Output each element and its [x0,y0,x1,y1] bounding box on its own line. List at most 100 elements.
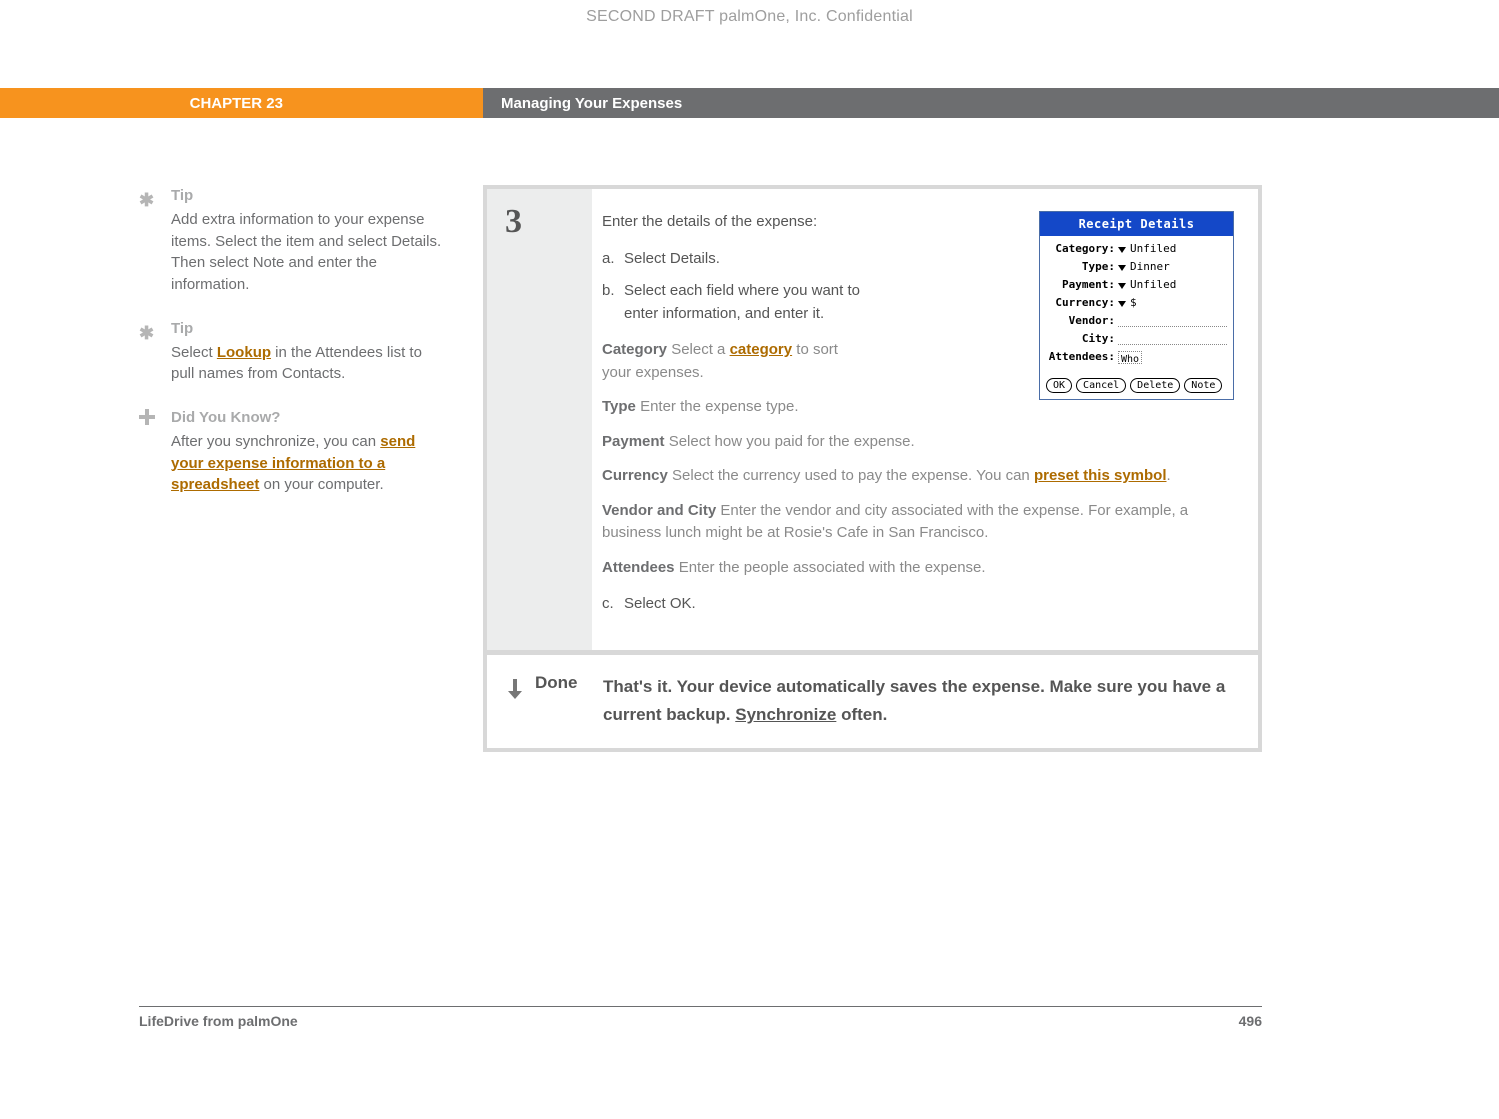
confidential-header: SECOND DRAFT palmOne, Inc. Confidential [0,8,1499,26]
step-body: Enter the details of the expense: a. Sel… [592,189,1258,650]
tip-text: Select [171,344,217,361]
device-label: Currency: [1046,295,1118,312]
device-body: Category: Unfiled Type: Dinner Payment: [1040,236,1233,374]
sidebar: ✱ Tip Add extra information to your expe… [139,185,483,752]
field-label: Payment [602,433,665,450]
sub-item-b: b. Select each field where you want to e… [602,280,862,325]
tip-title: Tip [171,185,443,207]
asterisk-icon: ✱ [139,187,154,213]
chapter-label: CHAPTER 23 [0,88,483,118]
device-row-type: Type: Dinner [1046,260,1227,275]
sub-item-c: c. Select OK. [602,593,1234,616]
done-text: That's it. Your device automatically sav… [597,673,1234,731]
dropdown-icon[interactable] [1118,301,1126,307]
asterisk-icon: ✱ [139,320,154,346]
device-row-category: Category: Unfiled [1046,242,1227,257]
field-label: Vendor and City [602,502,716,519]
content-area: ✱ Tip Add extra information to your expe… [139,185,1262,752]
sub-text: Select OK. [624,593,1234,616]
device-cancel-button[interactable]: Cancel [1076,378,1126,393]
dyk-text: After you synchronize, you can [171,433,380,450]
dyk-title: Did You Know? [171,407,443,429]
step-box: 3 Enter the details of the expense: a. S… [487,189,1258,650]
field-payment: Payment Select how you paid for the expe… [602,431,1234,454]
device-value[interactable]: Unfiled [1130,277,1227,294]
device-label: Vendor: [1046,313,1118,330]
tip-title: Tip [171,318,443,340]
device-row-attendees: Attendees: Who [1046,350,1227,365]
sub-text: Select each field where you want to ente… [624,280,862,325]
main-panel: 3 Enter the details of the expense: a. S… [483,185,1262,752]
field-desc: Enter the expense type. [636,398,799,415]
sub-item-a: a. Select Details. [602,248,862,271]
device-label: Category: [1046,241,1118,258]
device-label: Attendees: [1046,349,1118,366]
field-desc: Select a [667,341,730,358]
dropdown-icon[interactable] [1118,247,1126,253]
done-label: Done [535,673,597,693]
device-input-line[interactable] [1118,335,1227,345]
device-ok-button[interactable]: OK [1046,378,1072,393]
device-screenshot: Receipt Details Category: Unfiled Type: … [1039,211,1234,400]
category-link[interactable]: category [730,341,793,358]
device-row-payment: Payment: Unfiled [1046,278,1227,293]
sub-list-c: c. Select OK. [602,593,1234,616]
field-label: Attendees [602,559,675,576]
device-label: Type: [1046,259,1118,276]
footer-page-number: 496 [1239,1013,1262,1029]
dropdown-icon[interactable] [1118,283,1126,289]
tip-body: Select Lookup in the Attendees list to p… [171,342,443,386]
sub-text: Select Details. [624,248,862,271]
field-currency: Currency Select the currency used to pay… [602,465,1234,488]
device-input-line[interactable] [1118,317,1227,327]
field-desc: Select how you paid for the expense. [665,433,915,450]
done-text-pre: That's it. Your device automatically sav… [603,677,1225,725]
field-label: Type [602,398,636,415]
lookup-link[interactable]: Lookup [217,344,271,361]
dyk-text: on your computer. [259,476,383,493]
field-label: Category [602,341,667,358]
chapter-header: CHAPTER 23 Managing Your Expenses [0,88,1499,118]
field-attendees: Attendees Enter the people associated wi… [602,557,1234,580]
done-text-post: often. [836,705,887,724]
device-label: City: [1046,331,1118,348]
step-number: 3 [487,189,592,650]
device-value[interactable]: Unfiled [1130,241,1227,258]
chapter-title: Managing Your Expenses [483,88,1499,118]
footer-product: LifeDrive from palmOne [139,1013,298,1029]
tip-block-1: ✱ Tip Add extra information to your expe… [139,185,443,296]
device-buttons: OK Cancel Delete Note [1040,374,1233,399]
device-note-button[interactable]: Note [1184,378,1222,393]
field-desc: Enter the people associated with the exp… [675,559,986,576]
device-title: Receipt Details [1040,212,1233,236]
page-footer: LifeDrive from palmOne 496 [139,1006,1262,1029]
device-row-city: City: [1046,332,1227,347]
field-category: Category Select a category to sort your … [602,339,862,384]
field-desc: . [1167,467,1171,484]
dropdown-icon[interactable] [1118,265,1126,271]
sub-list: a. Select Details. b. Select each field … [602,248,862,326]
sub-letter: c. [602,593,624,616]
dyk-body: After you synchronize, you can send your… [171,431,443,496]
preset-symbol-link[interactable]: preset this symbol [1034,467,1167,484]
down-arrow-icon [505,677,525,701]
device-delete-button[interactable]: Delete [1130,378,1180,393]
attendees-who-button[interactable]: Who [1118,351,1142,364]
tip-body: Add extra information to your expense it… [171,209,443,296]
sub-letter: b. [602,280,624,325]
plus-icon [139,409,155,425]
step-intro: Enter the details of the expense: [602,211,862,234]
field-desc: Select the currency used to pay the expe… [668,467,1034,484]
field-vendor: Vendor and City Enter the vendor and cit… [602,500,1234,545]
device-row-currency: Currency: $ [1046,296,1227,311]
synchronize-link[interactable]: Synchronize [735,705,836,724]
device-label: Payment: [1046,277,1118,294]
device-row-vendor: Vendor: [1046,314,1227,329]
device-value[interactable]: Dinner [1130,259,1227,276]
did-you-know-block: Did You Know? After you synchronize, you… [139,407,443,496]
sub-letter: a. [602,248,624,271]
device-value[interactable]: $ [1130,295,1227,312]
done-box: Done That's it. Your device automaticall… [487,655,1258,749]
tip-block-2: ✱ Tip Select Lookup in the Attendees lis… [139,318,443,385]
field-label: Currency [602,467,668,484]
